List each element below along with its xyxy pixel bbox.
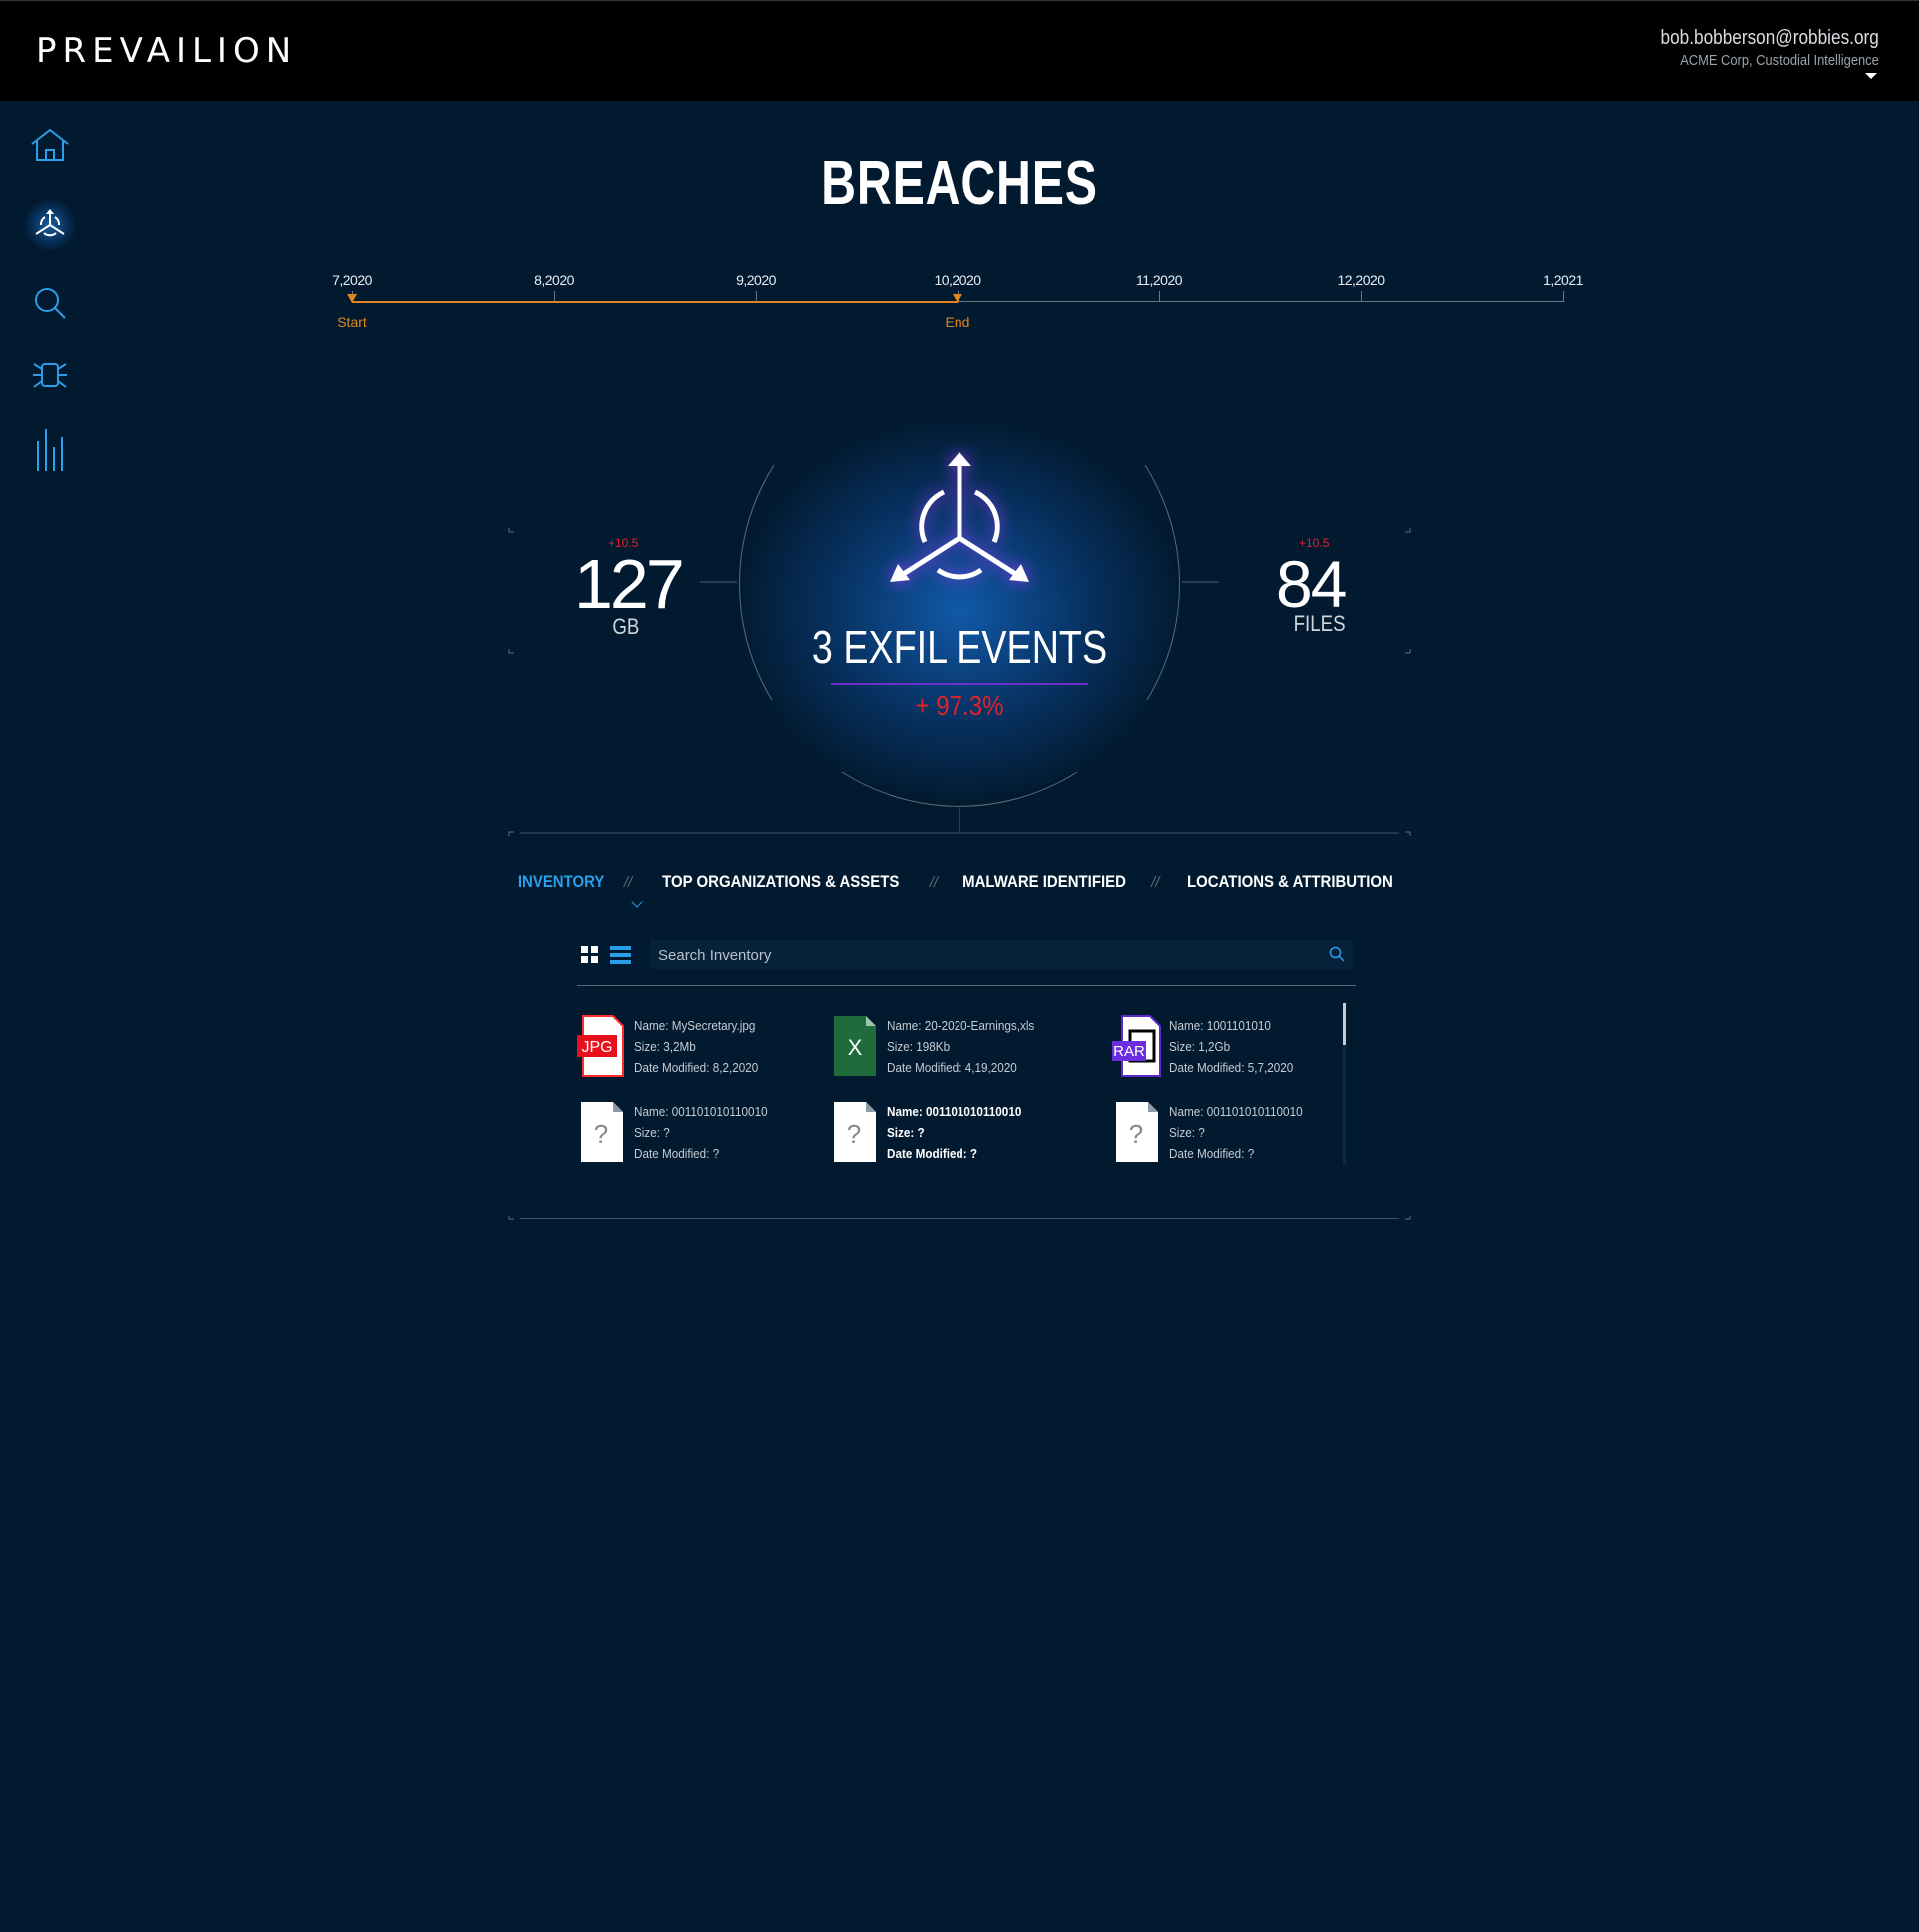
svg-text:?: ? (1129, 1119, 1143, 1149)
svg-text:X: X (848, 1035, 863, 1060)
unknown-file-icon[interactable]: ? (1112, 1101, 1162, 1163)
tab-locations-attribution[interactable]: LOCATIONS & ATTRIBUTION (1188, 872, 1394, 892)
svg-text:RAR: RAR (1113, 1043, 1145, 1060)
unknown-file-icon[interactable]: ? (577, 1101, 627, 1163)
exfil-events-underline (831, 683, 1088, 685)
file-meta: Name: 20-2020-Earnings,xls Size: 198Kb Dat… (887, 1015, 1034, 1078)
jpg-file-icon[interactable]: JPG (577, 1015, 627, 1077)
list-view-icon[interactable] (610, 946, 631, 964)
file-date-modified: Date Modified: 4,19,2020 (887, 1060, 1017, 1075)
svg-text:?: ? (594, 1119, 608, 1149)
file-size: Size: 1,2Gb (1169, 1039, 1231, 1054)
section-bottom-divider (520, 1218, 1399, 1219)
file-name: Name: 001101010110010 (887, 1104, 1022, 1119)
gb-value: 127 (574, 545, 685, 623)
search-icon[interactable] (1329, 946, 1345, 962)
file-name: Name: 20-2020-Earnings,xls (887, 1018, 1035, 1033)
tab-separator: // (1151, 873, 1160, 891)
tab-malware-identified[interactable]: MALWARE IDENTIFIED (962, 872, 1126, 892)
rar-file-icon[interactable]: RAR (1112, 1015, 1162, 1077)
inventory-search-input[interactable] (650, 940, 1353, 969)
inventory-file-item[interactable]: X Name: 20-2020-Earnings,xls Size: 198Kb Da… (830, 1015, 1079, 1085)
file-size: Size: ? (634, 1125, 670, 1140)
file-date-modified: Date Modified: ? (887, 1146, 977, 1161)
file-name: Name: MySecretary.jpg (634, 1018, 756, 1033)
svg-text:JPG: JPG (581, 1039, 612, 1056)
file-name: Name: 001101010110010 (634, 1104, 768, 1119)
unknown-file-icon[interactable]: ? (830, 1101, 880, 1163)
inventory-file-item[interactable]: RAR Name: 1001101010 Size: 1,2Gb Date Modif… (1112, 1015, 1362, 1085)
exfil-events-headline: 3 EXFIL EVENTS (173, 620, 1746, 674)
exfil-events-label: EXFIL EVENTS (843, 621, 1108, 673)
svg-text:?: ? (847, 1119, 861, 1149)
file-date-modified: Date Modified: 5,7,2020 (1169, 1060, 1294, 1075)
toolbar-divider (577, 985, 1356, 986)
grid-view-icon[interactable] (581, 946, 599, 964)
exfil-events-delta: + 97.3% (915, 690, 1004, 721)
exfil-events-icon (890, 452, 1029, 582)
xls-file-icon[interactable]: X (830, 1015, 880, 1077)
tab-separator: // (623, 873, 633, 891)
inventory-scrollbar-thumb[interactable] (1343, 1003, 1346, 1045)
file-date-modified: Date Modified: 8,2,2020 (634, 1060, 759, 1075)
file-date-modified: Date Modified: ? (634, 1146, 720, 1161)
file-name: Name: 001101010110010 (1169, 1104, 1303, 1119)
file-meta: Name: 001101010110010 Size: ? Date Modifie… (1169, 1101, 1303, 1164)
file-meta: Name: MySecretary.jpg Size: 3,2Mb Date Mod… (634, 1015, 758, 1078)
file-name: Name: 1001101010 (1169, 1018, 1271, 1033)
tab-inventory[interactable]: INVENTORY (518, 872, 604, 892)
inventory-file-item[interactable]: ? Name: 001101010110010 Size: ? Date Modifi… (830, 1101, 1079, 1171)
inventory-file-item[interactable]: ? Name: 001101010110010 Size: ? Date Modifi… (1112, 1101, 1362, 1171)
tab-top-organizations-assets[interactable]: TOP ORGANIZATIONS & ASSETS (662, 872, 899, 892)
file-meta: Name: 001101010110010 Size: ? Date Modifie… (887, 1101, 1021, 1164)
tab-separator: // (929, 873, 939, 891)
inventory-file-item[interactable]: JPG Name: MySecretary.jpg Size: 3,2Mb Date … (577, 1015, 827, 1085)
file-size: Size: ? (887, 1125, 925, 1140)
exfil-events-count: 3 (811, 621, 833, 673)
file-date-modified: Date Modified: ? (1169, 1146, 1255, 1161)
file-size: Size: 3,2Mb (634, 1039, 696, 1054)
file-meta: Name: 001101010110010 Size: ? Date Modifie… (634, 1101, 768, 1164)
file-size: Size: ? (1169, 1125, 1205, 1140)
inventory-file-item[interactable]: ? Name: 001101010110010 Size: ? Date Modifi… (577, 1101, 827, 1171)
section-tabs: INVENTORY // TOP ORGANIZATIONS & ASSETS … (518, 872, 1394, 892)
file-meta: Name: 1001101010 Size: 1,2Gb Date Modified… (1169, 1015, 1293, 1078)
file-size: Size: 198Kb (887, 1039, 951, 1054)
